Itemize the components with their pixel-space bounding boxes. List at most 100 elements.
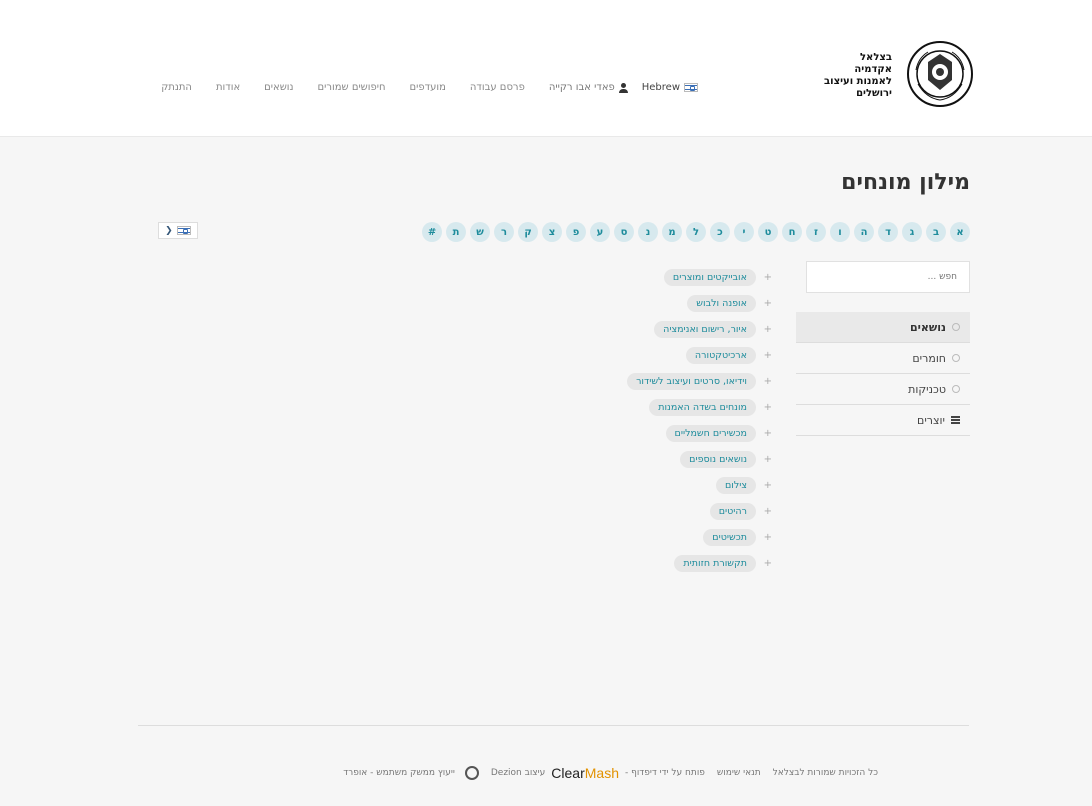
- israel-flag-icon: [176, 226, 191, 235]
- language-selector[interactable]: Hebrew: [642, 82, 698, 93]
- topic-pill[interactable]: רהיטים: [709, 502, 756, 520]
- topic-pill[interactable]: אובייקטים ומוצרים: [663, 268, 756, 286]
- filter-techniques[interactable]: טכניקות: [796, 374, 970, 405]
- filter-label: חומרים: [912, 351, 946, 365]
- topic-pill[interactable]: תקשורת חזותית: [674, 554, 756, 572]
- expand-plus-icon[interactable]: +: [764, 454, 772, 465]
- expand-plus-icon[interactable]: +: [764, 506, 772, 517]
- expand-plus-icon[interactable]: +: [764, 298, 772, 309]
- user-menu[interactable]: פאדי אבו רקייה: [549, 82, 628, 93]
- letter-button[interactable]: פ: [566, 222, 586, 242]
- letter-button[interactable]: מ: [662, 222, 682, 242]
- letter-button[interactable]: ט: [758, 222, 778, 242]
- filter-topics[interactable]: נושאים: [796, 312, 970, 343]
- letter-button[interactable]: ז: [806, 222, 826, 242]
- nav-saved-searches[interactable]: חיפושים שמורים: [318, 82, 386, 93]
- nav-logout[interactable]: התנתק: [161, 82, 192, 93]
- letter-button[interactable]: כ: [710, 222, 730, 242]
- nav-publish-work[interactable]: פרסם עבודה: [470, 82, 525, 93]
- radio-icon: [952, 385, 960, 393]
- list-item: + אופנה ולבוש: [627, 290, 772, 316]
- list-item: + תכשיטים: [627, 524, 772, 550]
- letter-button[interactable]: ע: [590, 222, 610, 242]
- topic-pill[interactable]: איור, רישום ואנימציה: [654, 320, 756, 338]
- letter-button[interactable]: ר: [494, 222, 514, 242]
- letter-button[interactable]: י: [734, 222, 754, 242]
- letter-button[interactable]: ד: [878, 222, 898, 242]
- expand-plus-icon[interactable]: +: [764, 324, 772, 335]
- topic-pill[interactable]: וידיאו, סרטים ועיצוב לשידור: [627, 372, 756, 390]
- expand-plus-icon[interactable]: +: [764, 376, 772, 387]
- expand-plus-icon[interactable]: +: [764, 350, 772, 361]
- logo-line: ירושלים: [856, 88, 892, 99]
- letter-button[interactable]: ל: [686, 222, 706, 242]
- glossary-language-dropdown[interactable]: ❯: [158, 222, 198, 239]
- list-item: + רהיטים: [627, 498, 772, 524]
- list-item: + איור, רישום ואנימציה: [627, 316, 772, 342]
- filter-creators[interactable]: יוצרים: [796, 405, 970, 436]
- nav-topics[interactable]: נושאים: [264, 82, 293, 93]
- topic-pill[interactable]: ארכיטקטורה: [685, 346, 756, 364]
- list-item: + מונחים בשדה האמנות: [627, 394, 772, 420]
- search-input[interactable]: [806, 261, 970, 293]
- topic-pill[interactable]: מכשירים חשמליים: [665, 424, 756, 442]
- expand-plus-icon[interactable]: +: [764, 428, 772, 439]
- expand-plus-icon[interactable]: +: [764, 558, 772, 569]
- topic-pill[interactable]: צילום: [715, 476, 756, 494]
- filter-label: יוצרים: [917, 413, 945, 427]
- letter-button[interactable]: צ: [542, 222, 562, 242]
- clearmash-logo[interactable]: ClearMash: [551, 765, 619, 781]
- list-item: + צילום: [627, 472, 772, 498]
- footer-divider: [138, 725, 969, 726]
- developer-credit: פותח על ידי דיפדוף -: [624, 768, 705, 778]
- expand-plus-icon[interactable]: +: [764, 402, 772, 413]
- user-name: פאדי אבו רקייה: [548, 82, 615, 93]
- clearmash-logo-part: Clear: [551, 765, 585, 781]
- alphabet-filter: א ב ג ד ה ו ז ח ט י כ ל מ נ ס ע פ צ ק ר …: [422, 222, 970, 242]
- ux-credit[interactable]: ייעוץ ממשק משתמש - אופרד: [343, 768, 455, 778]
- letter-button[interactable]: #: [422, 222, 442, 242]
- logo-line: לאמנות ועיצוב: [824, 76, 892, 87]
- letter-button[interactable]: א: [950, 222, 970, 242]
- design-credit[interactable]: עיצוב Dezion: [491, 768, 545, 778]
- letter-button[interactable]: ג: [902, 222, 922, 242]
- letter-button[interactable]: ה: [854, 222, 874, 242]
- topic-list: + אובייקטים ומוצרים + אופנה ולבוש + איור, ר…: [627, 264, 772, 576]
- list-icon: [951, 416, 960, 424]
- letter-button[interactable]: ס: [614, 222, 634, 242]
- filter-label: טכניקות: [908, 382, 946, 396]
- topic-pill[interactable]: נושאים נוספים: [680, 450, 756, 468]
- site-header: בצלאל אקדמיה לאמנות ועיצוב ירושלים Hebre…: [0, 0, 1092, 137]
- expand-plus-icon[interactable]: +: [764, 532, 772, 543]
- letter-button[interactable]: ת: [446, 222, 466, 242]
- letter-button[interactable]: נ: [638, 222, 658, 242]
- dezion-logo-icon: [464, 766, 479, 780]
- logo-line: בצלאל: [859, 52, 892, 63]
- language-label: Hebrew: [641, 82, 680, 93]
- expand-plus-icon[interactable]: +: [764, 480, 772, 491]
- category-filters: נושאים חומרים טכניקות יוצרים: [796, 312, 970, 436]
- terms-link[interactable]: תנאי שימוש: [717, 768, 761, 778]
- list-item: + ארכיטקטורה: [627, 342, 772, 368]
- letter-button[interactable]: ש: [470, 222, 490, 242]
- clearmash-logo-part: Mash: [584, 765, 619, 781]
- list-item: + אובייקטים ומוצרים: [627, 264, 772, 290]
- filter-label: נושאים: [909, 320, 946, 334]
- page-title: מילון מונחים: [841, 170, 970, 195]
- topic-pill[interactable]: מונחים בשדה האמנות: [649, 398, 756, 416]
- letter-button[interactable]: ח: [782, 222, 802, 242]
- site-footer: כל הזכויות שמורות לבצלאל תנאי שימוש פותח…: [238, 765, 878, 781]
- nav-favorites[interactable]: מועדפים: [410, 82, 446, 93]
- letter-button[interactable]: ב: [926, 222, 946, 242]
- logo-line: אקדמיה: [854, 64, 892, 75]
- topic-pill[interactable]: תכשיטים: [703, 528, 756, 546]
- radio-icon: [952, 323, 960, 331]
- letter-button[interactable]: ו: [830, 222, 850, 242]
- nav-about[interactable]: אודות: [216, 82, 240, 93]
- expand-plus-icon[interactable]: +: [764, 272, 772, 283]
- letter-button[interactable]: ק: [518, 222, 538, 242]
- filter-materials[interactable]: חומרים: [796, 343, 970, 374]
- list-item: + נושאים נוספים: [627, 446, 772, 472]
- copyright-text: כל הזכויות שמורות לבצלאל: [772, 768, 878, 778]
- topic-pill[interactable]: אופנה ולבוש: [687, 294, 756, 312]
